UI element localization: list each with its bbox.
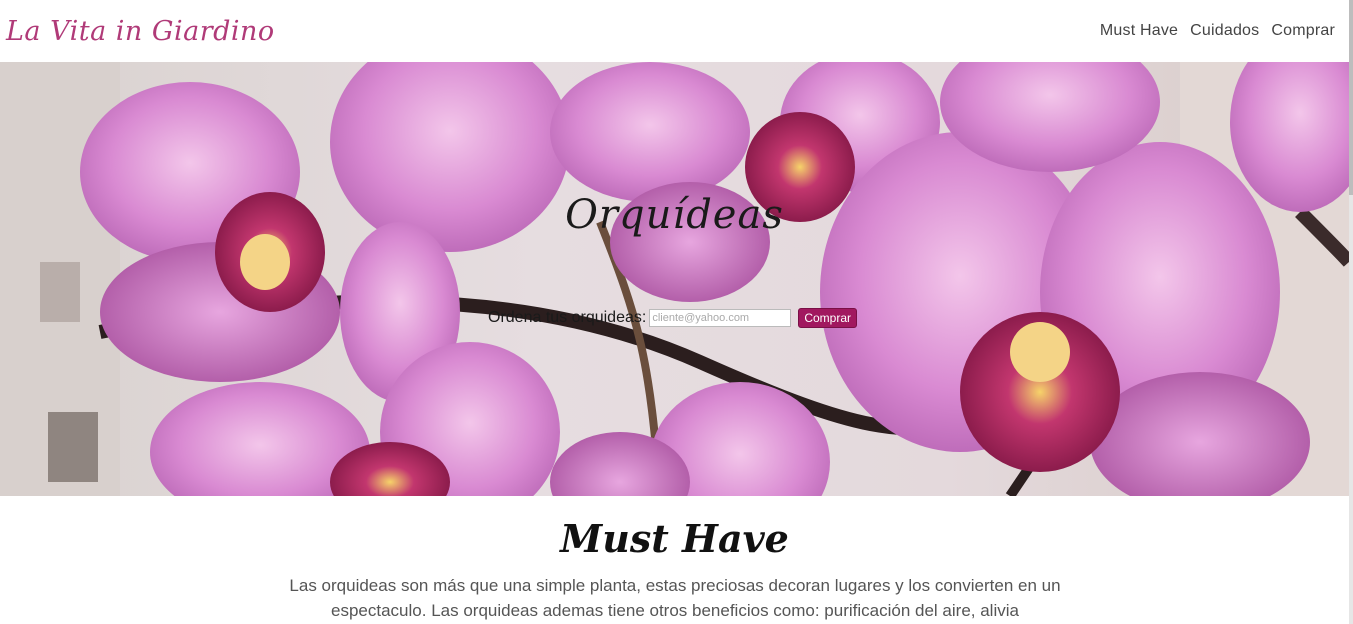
email-input[interactable]	[649, 309, 792, 327]
nav-links: Must Have Cuidados Comprar	[1100, 22, 1335, 40]
nav-link-comprar[interactable]: Comprar	[1271, 22, 1335, 40]
order-form: Ordena tus orquideas: Comprar	[488, 308, 858, 328]
section-title: Must Have	[560, 516, 789, 561]
hero-banner: Orquídeas Ordena tus orquideas: Comprar	[0, 62, 1349, 496]
orchid-background-image	[0, 62, 1349, 496]
scrollbar-thumb[interactable]	[1349, 0, 1353, 195]
brand-logo[interactable]: La Vita in Giardino	[6, 16, 275, 47]
scrollbar[interactable]	[1349, 0, 1353, 624]
nav-link-must-have[interactable]: Must Have	[1100, 22, 1178, 40]
order-label: Ordena tus orquideas:	[488, 309, 647, 326]
buy-button[interactable]: Comprar	[798, 308, 858, 328]
section-text: Las orquideas son más que una simple pla…	[289, 576, 1061, 620]
navbar: La Vita in Giardino Must Have Cuidados C…	[0, 0, 1353, 62]
nav-link-cuidados[interactable]: Cuidados	[1190, 22, 1259, 40]
hero-title: Orquídeas	[565, 192, 784, 238]
